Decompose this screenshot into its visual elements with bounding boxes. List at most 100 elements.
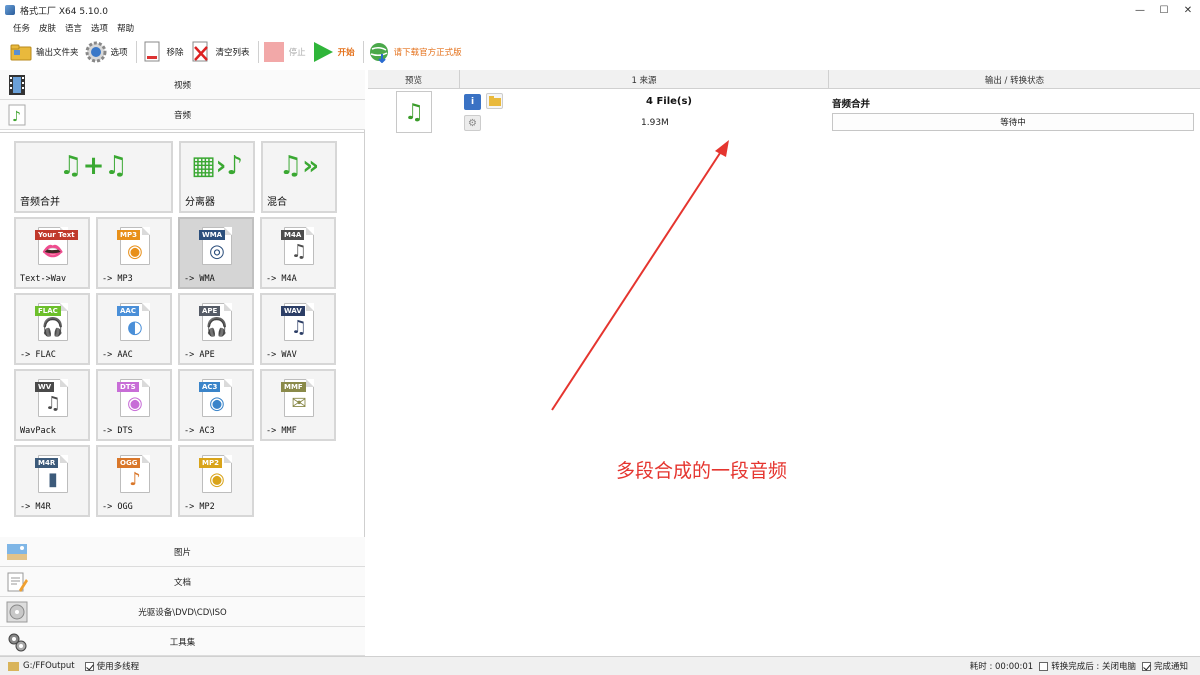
tool-tile[interactable]: Your Text 👄 Text->Wav <box>14 217 90 289</box>
minimize-button[interactable]: — <box>1128 0 1152 20</box>
download-official-button[interactable]: 请下载官方正式版 <box>368 38 462 66</box>
column-output[interactable]: 输出 / 转换状态 <box>829 70 1200 89</box>
tool-tile[interactable]: WMA ◎ -> WMA <box>178 217 254 289</box>
menu-skin[interactable]: 皮肤 <box>39 22 56 34</box>
menu-task[interactable]: 任务 <box>13 22 30 34</box>
tool-tile[interactable]: WV ♫ WavPack <box>14 369 90 441</box>
category-disc[interactable]: 光驱设备\DVD\CD\ISO <box>0 597 365 627</box>
format-glyph: ◉ <box>209 393 225 414</box>
options-button[interactable]: 选项 <box>85 38 128 66</box>
start-button[interactable]: 开始 <box>312 38 355 66</box>
tool-tile[interactable]: ♫» 混合 <box>261 141 337 213</box>
window-title: 格式工厂 X64 5.10.0 <box>20 6 108 17</box>
format-glyph: 🎧 <box>205 317 229 338</box>
tool-tile[interactable]: OGG ♪ -> OGG <box>96 445 172 517</box>
clear-list-icon <box>190 41 212 63</box>
file-icon: MP3 ◉ <box>117 227 150 265</box>
menu-language[interactable]: 语言 <box>65 22 82 34</box>
category-video[interactable]: 视频 <box>0 70 365 100</box>
tool-tile[interactable]: MP3 ◉ -> MP3 <box>96 217 172 289</box>
close-button[interactable]: ✕ <box>1176 0 1200 20</box>
start-label: 开始 <box>337 48 355 58</box>
fold-corner <box>60 455 68 463</box>
format-glyph: ♪ <box>129 469 141 490</box>
tile-label: -> MP2 <box>184 502 215 512</box>
file-icon: WV ♫ <box>35 379 68 417</box>
file-icon: FLAC 🎧 <box>35 303 68 341</box>
file-icon: Your Text 👄 <box>35 227 78 265</box>
format-badge: WV <box>35 382 55 392</box>
file-icon: MMF ✉ <box>281 379 314 417</box>
options-label: 选项 <box>110 48 128 58</box>
table-row[interactable]: ♫ i ⚙ 4 File(s) 1.93M 音频合并 等待中 <box>368 89 1200 139</box>
toolbar-separator <box>257 41 259 63</box>
tile-icon: ▦›♪ <box>191 151 243 181</box>
file-icon: APE 🎧 <box>199 303 232 341</box>
format-badge: MMF <box>281 382 306 392</box>
tile-label: -> DTS <box>102 426 133 436</box>
annotation-text: 多段合成的一段音频 <box>616 460 788 482</box>
file-icon: AAC ◐ <box>117 303 150 341</box>
checkbox-icon <box>1039 661 1049 671</box>
stop-button[interactable]: 停止 <box>263 38 306 66</box>
tool-tile[interactable]: ▦›♪ 分离器 <box>179 141 255 213</box>
tool-tile[interactable]: AC3 ◉ -> AC3 <box>178 369 254 441</box>
conversion-status: 等待中 <box>832 113 1194 131</box>
maximize-button[interactable]: ☐ <box>1152 0 1176 20</box>
column-source[interactable]: 1 来源 <box>460 70 829 89</box>
play-icon <box>312 41 334 63</box>
tool-tile[interactable]: M4A ♫ -> M4A <box>260 217 336 289</box>
category-tools[interactable]: 工具集 <box>0 627 365 656</box>
fold-corner <box>224 227 232 235</box>
format-badge: WAV <box>281 306 305 316</box>
tile-icon: ♫» <box>278 151 320 181</box>
info-icon[interactable]: i <box>464 94 481 110</box>
tool-tile[interactable]: MMF ✉ -> MMF <box>260 369 336 441</box>
fold-corner <box>142 455 150 463</box>
tool-tile[interactable]: AAC ◐ -> AAC <box>96 293 172 365</box>
clear-list-button[interactable]: 清空列表 <box>190 38 250 66</box>
after-done-checkbox[interactable]: 转换完成后 : 关闭电脑 <box>1039 660 1136 672</box>
open-folder-icon[interactable] <box>486 93 503 109</box>
format-glyph: ✉ <box>291 393 307 414</box>
fold-corner <box>306 379 314 387</box>
format-glyph: 🎧 <box>41 317 65 338</box>
task-table-header: 预览 1 来源 输出 / 转换状态 <box>368 70 1200 89</box>
toolbar-separator <box>362 41 364 63</box>
format-badge: Your Text <box>35 230 78 240</box>
source-file-count: 4 File(s) <box>646 96 693 107</box>
settings-icon[interactable]: ⚙ <box>464 115 481 131</box>
multithread-checkbox[interactable]: 使用多线程 <box>84 660 140 672</box>
format-factory-window: 格式工厂 X64 5.10.0 — ☐ ✕ 任务 皮肤 语言 选项 帮助 输出文… <box>0 0 1200 675</box>
output-folder-label: 输出文件夹 <box>36 48 79 58</box>
fold-corner <box>306 227 314 235</box>
format-badge: MP3 <box>117 230 140 240</box>
multithread-label: 使用多线程 <box>96 662 140 672</box>
stop-icon <box>263 41 285 63</box>
tile-label: Text->Wav <box>20 274 67 284</box>
menu-help[interactable]: 帮助 <box>117 22 134 34</box>
tool-tile[interactable]: DTS ◉ -> DTS <box>96 369 172 441</box>
tool-tile[interactable]: MP2 ◉ -> MP2 <box>178 445 254 517</box>
format-badge: APE <box>199 306 221 316</box>
output-path[interactable]: G:/FFOutput <box>8 661 75 671</box>
tool-tile[interactable]: FLAC 🎧 -> FLAC <box>14 293 90 365</box>
remove-button[interactable]: 移除 <box>141 38 184 66</box>
menu-options[interactable]: 选项 <box>91 22 108 34</box>
tool-tile[interactable]: WAV ♫ -> WAV <box>260 293 336 365</box>
category-audio[interactable]: ♪ 音频 <box>0 100 365 130</box>
output-folder-button[interactable]: 输出文件夹 <box>10 38 79 66</box>
category-picture[interactable]: 图片 <box>0 537 365 567</box>
format-glyph: 👄 <box>41 241 65 262</box>
category-document[interactable]: 文档 <box>0 567 365 597</box>
tool-tile[interactable]: M4R ▮ -> M4R <box>14 445 90 517</box>
column-preview[interactable]: 预览 <box>368 70 460 89</box>
notify-label: 完成通知 <box>1153 662 1188 672</box>
tile-label: -> WMA <box>184 274 215 284</box>
fold-corner <box>224 455 232 463</box>
tool-tile[interactable]: APE 🎧 -> APE <box>178 293 254 365</box>
format-glyph: ◎ <box>209 241 225 262</box>
fold-corner <box>60 379 68 387</box>
tool-tile[interactable]: ♫+♫ 音频合并 <box>14 141 173 213</box>
notify-checkbox[interactable]: 完成通知 <box>1141 660 1188 672</box>
